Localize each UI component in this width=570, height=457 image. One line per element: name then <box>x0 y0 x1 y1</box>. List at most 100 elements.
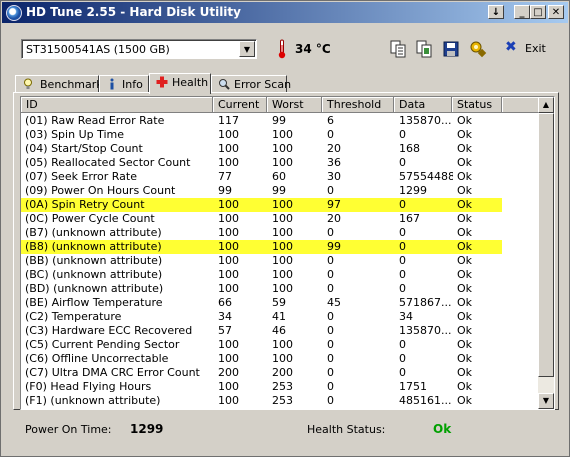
copy-text-icon[interactable] <box>389 40 407 58</box>
table-row[interactable]: (BE) Airflow Temperature 66 59 45 571867... O… <box>21 296 502 310</box>
table-row[interactable]: (07) Seek Error Rate 77 60 30 57554488 Ok <box>21 170 502 184</box>
table-cell-worst: 253 <box>272 394 293 407</box>
table-row[interactable]: (C2) Temperature 34 41 0 34 Ok <box>21 310 502 324</box>
table-row[interactable]: (0C) Power Cycle Count 100 100 20 167 Ok <box>21 212 502 226</box>
table-row[interactable]: (BC) (unknown attribute) 100 100 0 0 Ok <box>21 268 502 282</box>
table-cell-status: Ok <box>457 170 473 183</box>
table-cell-worst: 60 <box>272 170 286 183</box>
table-cell-current: 100 <box>218 128 239 141</box>
table-cell-status: Ok <box>457 198 473 211</box>
table-row[interactable]: (C5) Current Pending Sector 100 100 0 0 Ok <box>21 338 502 352</box>
table-cell-current: 66 <box>218 296 232 309</box>
options-icon[interactable] <box>469 40 487 58</box>
table-cell-data: 0 <box>399 268 406 281</box>
table-row[interactable]: (03) Spin Up Time 100 100 0 0 Ok <box>21 128 502 142</box>
table-row[interactable]: (C6) Offline Uncorrectable 100 100 0 0 Ok <box>21 352 502 366</box>
tab-error-scan[interactable]: Error Scan <box>211 75 291 93</box>
title-bar[interactable]: HD Tune 2.55 - Hard Disk Utility ↓ _ □ ✕ <box>2 2 568 23</box>
table-row[interactable]: (B8) (unknown attribute) 100 100 99 0 Ok <box>21 240 502 254</box>
table-cell-worst: 100 <box>272 282 293 295</box>
maximize-button[interactable]: □ <box>530 5 546 19</box>
column-header-data[interactable]: Data <box>394 97 452 113</box>
status-bar: Power On Time: 1299 Health Status: Ok <box>1 413 569 443</box>
table-cell-status: Ok <box>457 338 473 351</box>
table-row[interactable]: (BB) (unknown attribute) 100 100 0 0 Ok <box>21 254 502 268</box>
column-header-status[interactable]: Status <box>452 97 502 113</box>
table-cell-threshold: 6 <box>327 114 334 127</box>
table-cell-worst: 100 <box>272 212 293 225</box>
tab-benchmark[interactable]: Benchmark <box>15 75 103 93</box>
table-cell-current: 100 <box>218 240 239 253</box>
table-row[interactable]: (BD) (unknown attribute) 100 100 0 0 Ok <box>21 282 502 296</box>
table-cell-id: (C7) Ultra DMA CRC Error Count <box>25 366 200 379</box>
column-header-threshold[interactable]: Threshold <box>322 97 394 113</box>
menu-arrow-button[interactable]: ↓ <box>488 5 504 19</box>
table-cell-data: 0 <box>399 128 406 141</box>
column-header-worst[interactable]: Worst <box>267 97 322 113</box>
column-header-id[interactable]: ID <box>21 97 213 113</box>
table-cell-current: 100 <box>218 408 268 409</box>
info-icon <box>110 78 114 90</box>
scroll-thumb[interactable] <box>538 113 554 377</box>
table-row[interactable]: (B7) (unknown attribute) 100 100 0 0 Ok <box>21 226 502 240</box>
table-cell-current: 100 <box>218 254 239 267</box>
table-row[interactable]: (F0) Head Flying Hours 100 253 0 1751 Ok <box>21 380 502 394</box>
table-header: ID Current Worst Threshold Data Status <box>21 97 539 113</box>
drive-select[interactable]: ST31500541AS (1500 GB) ▼ <box>21 39 257 59</box>
power-on-time-value: 1299 <box>130 422 164 436</box>
table-row[interactable]: (05) Reallocated Sector Count 100 100 36 0 Ok <box>21 156 502 170</box>
table-cell-threshold: 99 <box>327 240 341 253</box>
table-cell-data: 0 <box>399 352 406 365</box>
table-cell-id: (05) Reallocated Sector Count <box>25 156 191 169</box>
copy-screenshot-icon[interactable] <box>415 40 433 58</box>
table-cell-threshold: 20 <box>327 212 341 225</box>
table-cell-worst: 100 <box>272 226 293 239</box>
vertical-scrollbar[interactable]: ▲ ▼ <box>538 97 554 409</box>
table-cell-data: 135870... <box>399 114 452 127</box>
table-row[interactable]: (F1) (unknown attribute) 100 253 0 485161...… <box>21 394 502 408</box>
chevron-down-icon[interactable]: ▼ <box>239 41 255 57</box>
table-cell-id: (BD) (unknown attribute) <box>25 282 164 295</box>
tab-info[interactable]: Info <box>99 75 149 93</box>
table-cell-id: (0A) Spin Retry Count <box>25 198 145 211</box>
table-cell-threshold: 97 <box>327 198 341 211</box>
health-status-label: Health Status: <box>307 423 386 436</box>
table-cell-status: Ok <box>457 394 473 407</box>
table-row[interactable]: (0A) Spin Retry Count 100 100 97 0 Ok <box>21 198 502 212</box>
scroll-down-button[interactable]: ▼ <box>538 393 554 409</box>
table-row[interactable]: (C7) Ultra DMA CRC Error Count 200 200 0 0 Ok <box>21 366 502 380</box>
close-button[interactable]: ✕ <box>548 5 564 19</box>
table-cell-data: 110376... <box>399 408 453 409</box>
table-cell-current: 117 <box>218 114 239 127</box>
table-cell-worst: 100 <box>272 142 293 155</box>
table-cell-id: (01) Raw Read Error Rate <box>25 114 165 127</box>
minimize-button[interactable]: _ <box>514 5 530 19</box>
table-cell-data: 571867... <box>399 296 452 309</box>
table-cell-worst: 99 <box>272 184 286 197</box>
table-cell-current: 100 <box>218 268 239 281</box>
table-cell-current: 77 <box>218 170 232 183</box>
power-on-time-label: Power On Time: <box>25 423 112 436</box>
table-cell-worst: 100 <box>272 240 293 253</box>
table-cell-status: Ok <box>457 254 473 267</box>
table-cell-status: Ok <box>457 226 473 239</box>
exit-icon: ✖ <box>505 39 517 55</box>
table-cell-id: (B8) (unknown attribute) <box>25 240 162 253</box>
save-icon[interactable] <box>442 40 460 58</box>
temperature-readout: 34 °C <box>295 42 331 56</box>
scroll-up-button[interactable]: ▲ <box>538 97 554 113</box>
table-cell-id: (BC) (unknown attribute) <box>25 268 163 281</box>
table-cell-current: 100 <box>218 226 239 239</box>
table-row[interactable]: (09) Power On Hours Count 99 99 0 1299 Ok <box>21 184 502 198</box>
table-row[interactable]: (04) Start/Stop Count 100 100 20 168 Ok <box>21 142 502 156</box>
tab-error-scan-label: Error Scan <box>234 78 292 91</box>
table-row[interactable]: (F2) (unknown attribute) 100 253 0 110376...… <box>21 408 502 409</box>
table-cell-threshold: 0 <box>327 184 334 197</box>
table-row[interactable]: (01) Raw Read Error Rate 117 99 6 135870... O… <box>21 114 502 128</box>
column-header-current[interactable]: Current <box>213 97 267 113</box>
table-cell-current: 100 <box>218 142 239 155</box>
table-row[interactable]: (C3) Hardware ECC Recovered 57 46 0 135870..… <box>21 324 502 338</box>
tab-health[interactable]: Health <box>149 73 211 94</box>
table-cell-worst: 100 <box>272 254 293 267</box>
table-cell-current: 100 <box>218 338 239 351</box>
